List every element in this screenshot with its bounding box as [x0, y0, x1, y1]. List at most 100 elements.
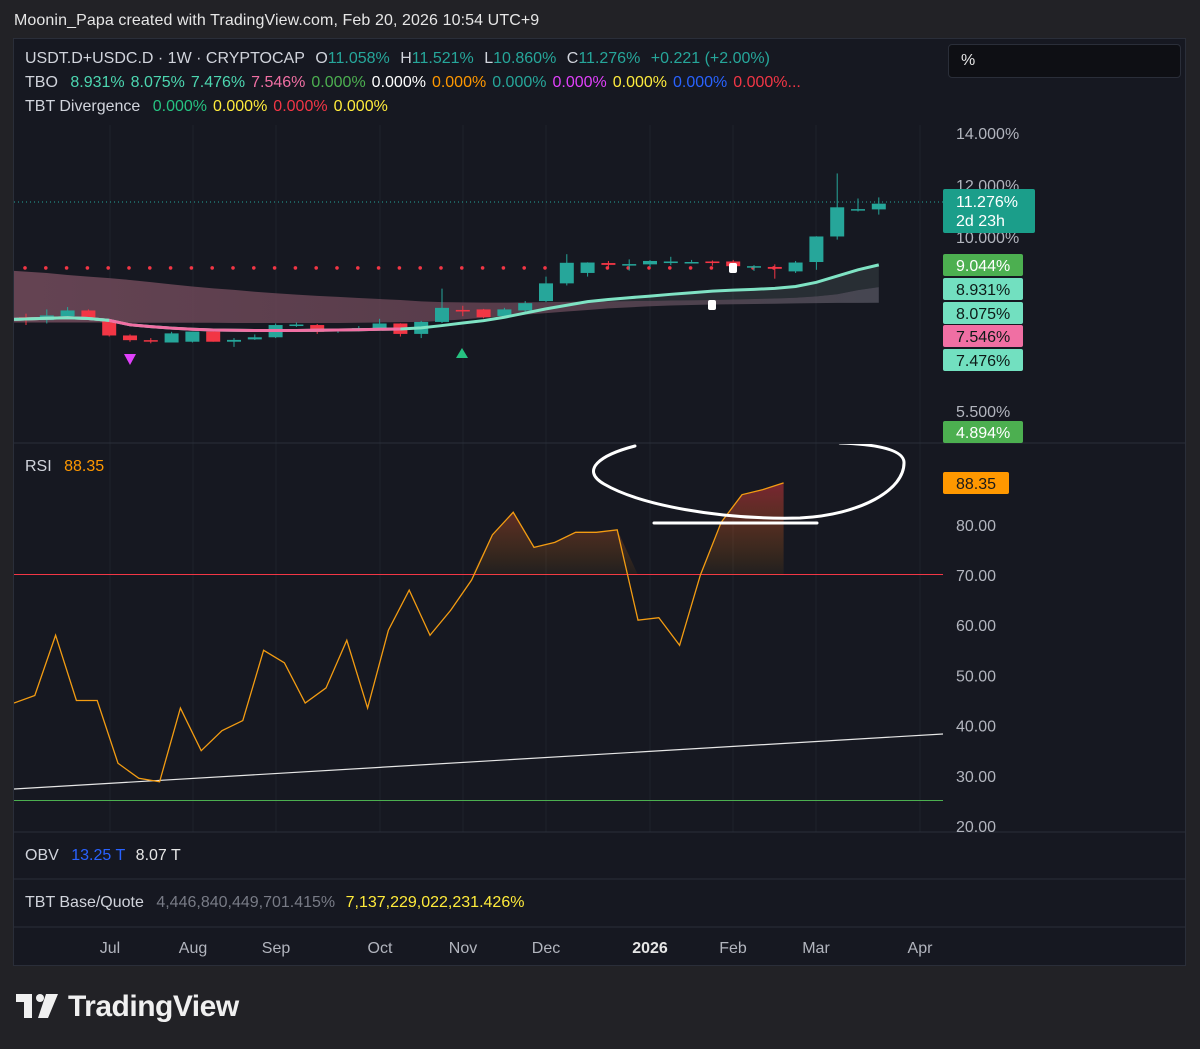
- rsi-label: RSI: [25, 458, 52, 475]
- resistance-dot: [522, 266, 526, 270]
- resistance-dot: [272, 266, 277, 270]
- time-tick-label: Feb: [719, 940, 747, 957]
- tbo-value-11: 0.000%: [673, 74, 728, 91]
- resistance-dot: [231, 266, 235, 270]
- tbt-divergence-legend[interactable]: TBT Divergence 0.000% 0.000% 0.000% 0.000%: [25, 98, 394, 116]
- candle-body: [455, 309, 470, 312]
- candle-body: [580, 262, 595, 273]
- candle-body: [539, 283, 553, 302]
- rsi-axis[interactable]: 80.00 70.00 60.00 50.00 40.00 30.00 20.00: [956, 518, 996, 836]
- candle-body: [60, 310, 75, 317]
- symbol-title: USDT.D+USDC.D · 1W · CRYPTOCAP: [25, 50, 305, 67]
- indicator-value-badge-text: 7.546%: [956, 329, 1010, 346]
- candle-body: [684, 262, 699, 264]
- tbo-value-7: 0.000%: [431, 74, 487, 91]
- candle-body: [663, 261, 678, 264]
- tbt-divergence-value-1: 0.000%: [152, 98, 208, 115]
- last-price-badge-value: 11.276%: [956, 194, 1018, 211]
- buy-signal-marker: [456, 348, 468, 358]
- close-value: 11.276%: [578, 50, 641, 67]
- white-marker-2: [708, 300, 716, 310]
- candle-body: [705, 261, 720, 264]
- candle-body: [809, 236, 824, 263]
- candle-body: [435, 307, 449, 322]
- candle-body: [372, 323, 387, 329]
- resistance-dot: [293, 266, 298, 270]
- change-value: +0.221 (+2.00%): [650, 50, 770, 67]
- base-quote-legend[interactable]: TBT Base/Quote 4,446,840,449,701.415% 7,…: [25, 894, 530, 912]
- obv-legend[interactable]: OBV 13.25 T 8.07 T: [25, 847, 187, 865]
- time-tick-label: Apr: [908, 940, 934, 957]
- resistance-dot: [314, 266, 319, 270]
- resistance-dot: [127, 266, 131, 270]
- time-tick-label: Jul: [100, 940, 120, 957]
- resistance-dot: [210, 266, 214, 270]
- indicator-value-badge-text: 7.476%: [956, 353, 1010, 370]
- sell-signal-marker: [124, 354, 136, 365]
- tbo-value-3: 7.476%: [190, 74, 246, 91]
- symbol-legend[interactable]: USDT.D+USDC.D · 1W · CRYPTOCAP O11.058% …: [25, 50, 776, 68]
- resistance-dot: [501, 266, 506, 270]
- open-value: 11.058%: [327, 50, 390, 67]
- resistance-dot: [709, 266, 714, 270]
- resistance-dot: [23, 266, 27, 270]
- rsi-tick-label: 30.00: [956, 769, 996, 786]
- candle-body: [143, 340, 158, 342]
- tbo-value-5: 0.000%: [311, 74, 366, 91]
- resistance-dot: [397, 266, 402, 270]
- tbt-divergence-label: TBT Divergence: [25, 98, 141, 115]
- rsi-tick-label: 50.00: [956, 668, 996, 685]
- resistance-dot: [168, 266, 173, 270]
- tradingview-logo: TradingView: [16, 990, 239, 1024]
- resistance-dot: [688, 266, 693, 270]
- resistance-dot: [148, 266, 152, 270]
- white-marker-1: [729, 263, 737, 273]
- candle-body: [601, 263, 616, 265]
- candle-body: [851, 209, 865, 211]
- price-tick-label: 5.500%: [956, 404, 1010, 421]
- time-tick-label: Oct: [368, 940, 393, 957]
- chart-canvas[interactable]: 14.000%12.000%10.000%5.500% 11.276%2d 23…: [0, 0, 1200, 1049]
- candle-body: [164, 333, 179, 343]
- rsi-tick-label: 70.00: [956, 568, 996, 585]
- tbo-value-6: 0.000%: [371, 74, 426, 91]
- close-label: C: [566, 50, 579, 67]
- resistance-dot: [668, 266, 672, 270]
- low-label: L: [484, 50, 494, 67]
- obv-value-1: 13.25 T: [71, 847, 126, 864]
- resistance-dot: [460, 266, 464, 270]
- time-axis[interactable]: Jul Aug Sep Oct Nov Dec 2026 Feb Mar Apr: [100, 940, 933, 957]
- candle-body: [767, 266, 782, 269]
- resistance-dot: [252, 266, 256, 270]
- tbt-divergence-value-3: 0.000%: [273, 98, 328, 115]
- rsi-tick-label: 40.00: [956, 719, 996, 736]
- tbo-value-9: 0.000%: [552, 74, 607, 91]
- resistance-dot: [543, 266, 547, 270]
- tbt-divergence-value-4: 0.000%: [333, 98, 388, 115]
- rsi-tick-label: 80.00: [956, 518, 996, 535]
- tbo-label: TBO: [25, 74, 58, 91]
- resistance-dot: [106, 266, 110, 270]
- tbo-value-12: 0.000%...: [733, 74, 801, 91]
- bar-countdown: 2d 23h: [956, 213, 1005, 230]
- resistance-dot: [44, 266, 48, 270]
- candle-body: [206, 331, 221, 342]
- indicator-value-badge-text: 8.075%: [956, 306, 1010, 323]
- candle-body: [747, 266, 761, 268]
- time-tick-label: Nov: [449, 940, 477, 957]
- rsi-legend[interactable]: RSI 88.35: [25, 458, 110, 476]
- candle-body: [518, 303, 533, 311]
- time-tick-label: Mar: [802, 940, 830, 957]
- percent-scale-button[interactable]: %: [948, 44, 1181, 78]
- obv-value-2: 8.07 T: [135, 847, 181, 864]
- price-tick-label: 14.000%: [956, 126, 1019, 143]
- tbo-legend[interactable]: TBO 8.931% 8.075% 7.476% 7.546% 0.000% 0.000%…: [25, 74, 807, 92]
- resistance-dot: [189, 266, 194, 270]
- candle-body: [830, 207, 845, 237]
- open-label: O: [315, 50, 328, 67]
- time-tick-label: Sep: [262, 940, 291, 957]
- indicator-value-badge-text: 9.044%: [956, 258, 1010, 275]
- candle-body: [476, 309, 491, 318]
- resistance-dot: [85, 266, 90, 270]
- indicator-value-badge-text: 4.894%: [956, 425, 1010, 442]
